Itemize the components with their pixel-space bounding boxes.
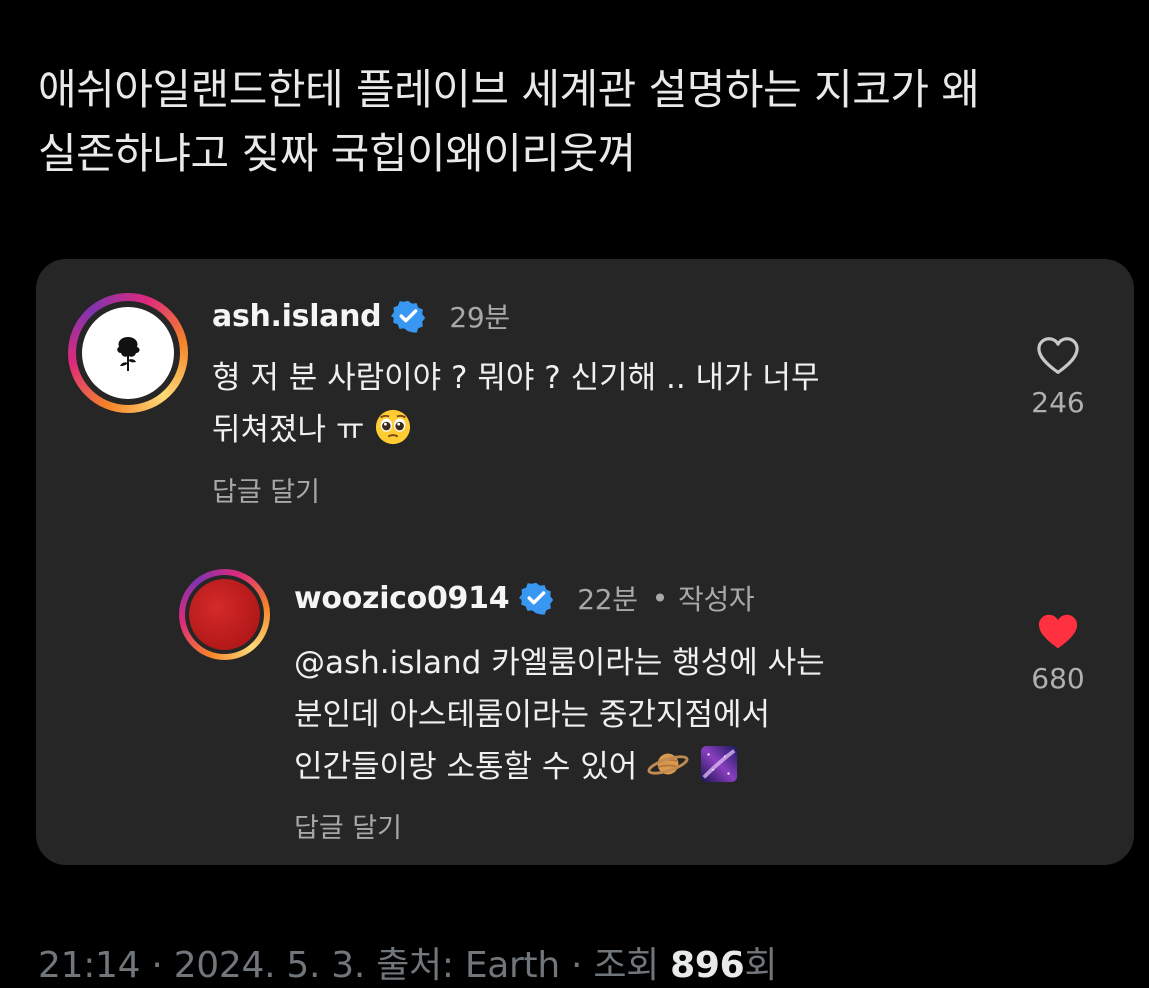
comment-2-line-2: 분인데 아스테룸이라는 중간지점에서 [294,697,771,733]
comment-1-text: 형 저 분 사람이야 ? 뭐야 ? 신기해 .. 내가 너무 뒤쳐졌나 ㅠ [212,352,819,456]
author-tag: 작성자 [678,583,755,616]
comment-2-line-3-wrap: 인간들이랑 소통할 수 있어 [294,741,825,793]
views-suffix: 회 [744,945,778,986]
avatar-ash-island[interactable] [68,293,188,413]
username-woozico0914[interactable]: woozico0914 [294,581,510,616]
like-control-2: 680 [1018,612,1098,695]
comment-1-time: 29분 [449,301,510,334]
tweet-time[interactable]: 21:14 [38,945,141,986]
like-count-1: 246 [1031,386,1085,419]
like-count-2: 680 [1031,662,1085,695]
tweet-date[interactable]: 2024. 5. 3. [174,945,366,986]
heart-outline-icon[interactable] [1036,336,1080,376]
comment-1-line-2-wrap: 뒤쳐졌나 ㅠ [212,404,819,456]
comment-2-line-1: @ash.island 카엘룸이라는 행성에 사는 [294,645,825,681]
username-ash-island[interactable]: ash.island [212,299,382,334]
ringed-planet-emoji-icon [647,753,689,775]
tweet-text: 애쉬아일랜드한테 플레이브 세계관 설명하는 지코가 왜 실존하냐고 짖짜 국힙… [38,58,1118,186]
comment-2-time: 22분 [577,583,638,616]
verified-badge-icon [391,300,426,333]
tweet-line-1: 애쉬아일랜드한테 플레이브 세계관 설명하는 지코가 왜 [38,65,980,114]
tweet-footer: 21:14 · 2024. 5. 3. 출처: Earth · 조회 896회 [38,936,777,988]
comment-2-line-3: 인간들이랑 소통할 수 있어 [294,749,638,785]
separator-dot: · [571,945,594,986]
rose-icon [117,337,140,371]
views-label: 조회 [593,945,659,986]
tweet-source: 출처: Earth [376,945,560,986]
comment-2-text: @ash.island 카엘룸이라는 행성에 사는 분인데 아스테룸이라는 중간… [294,637,825,793]
reply-button-2[interactable]: 답글 달기 [294,806,402,845]
comment-1-line-1: 형 저 분 사람이야 ? 뭐야 ? 신기해 .. 내가 너무 [212,360,820,396]
heart-filled-icon[interactable] [1036,612,1080,652]
avatar-woozico0914[interactable] [179,569,270,660]
tweet-line-2: 실존하냐고 짖짜 국힙이왜이리웃껴 [38,129,636,178]
separator-dot: · [151,945,174,986]
views-count: 896 [670,945,745,986]
verified-badge-icon [519,582,554,615]
comment-2-header: woozico0914 22분 • 작성자 [294,578,755,618]
comment-1-header: ash.island 29분 [212,296,510,336]
milky-way-emoji-icon [700,745,738,783]
reply-button-1[interactable]: 답글 달기 [212,470,320,509]
dot-separator: • [651,581,669,615]
pleading-face-emoji-icon [376,409,411,445]
like-control-1: 246 [1018,336,1098,419]
comment-1-line-2: 뒤쳐졌나 ㅠ [212,412,365,448]
